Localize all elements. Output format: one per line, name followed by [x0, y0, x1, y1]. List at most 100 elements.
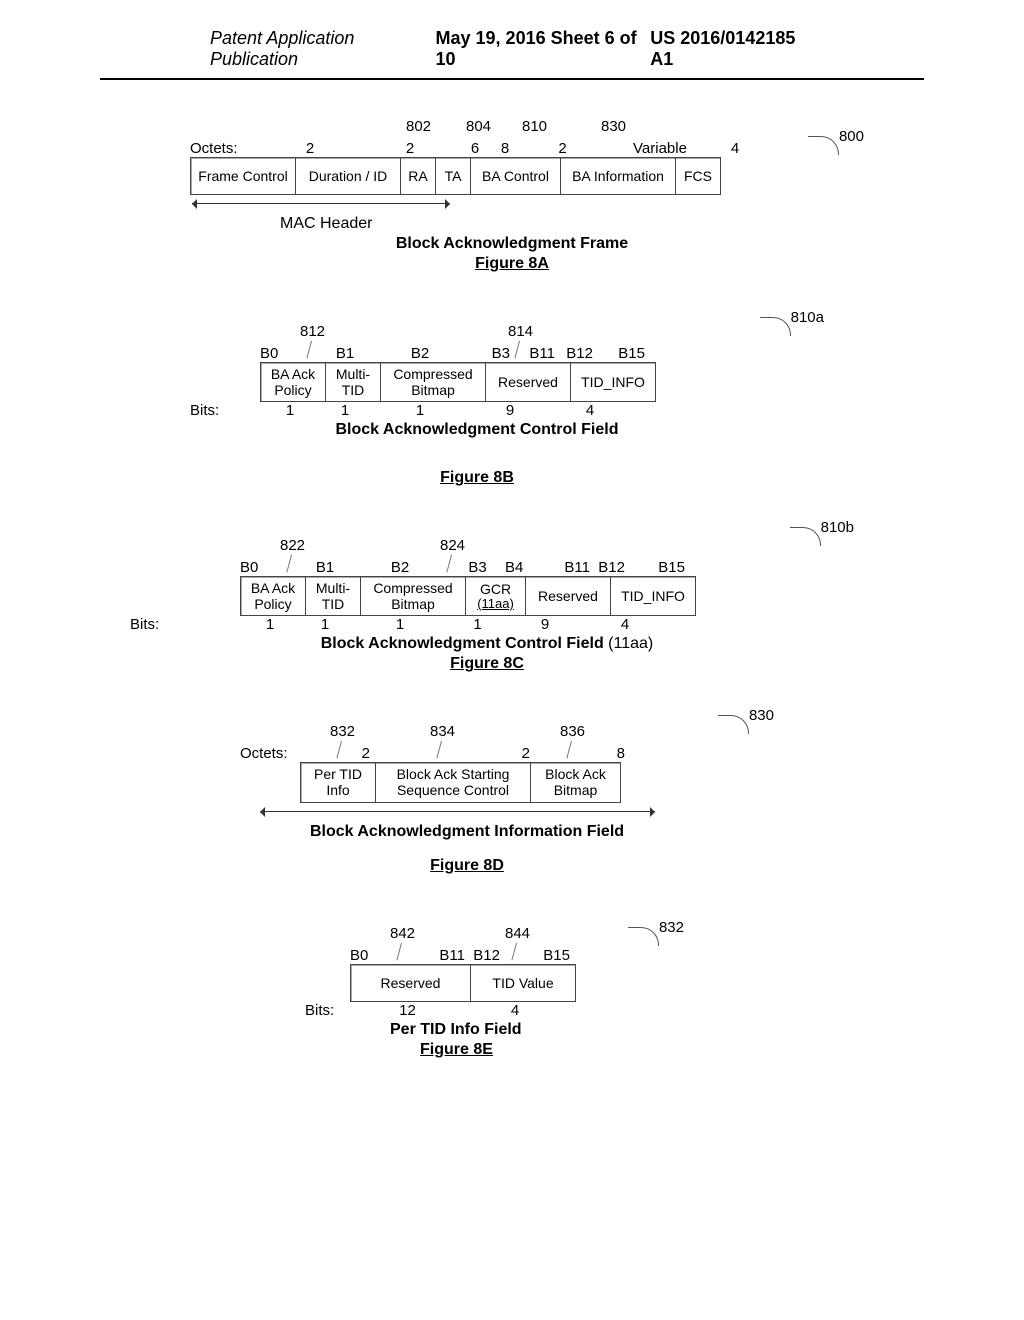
octet-value: 6 804	[460, 140, 490, 157]
mac-header-arrow	[190, 197, 834, 213]
callout-844: 844	[505, 925, 530, 942]
cell-ra: RA	[401, 158, 436, 194]
callout-824: 824	[440, 537, 465, 554]
mac-header-label: MAC Header	[190, 215, 834, 233]
bit-count: 1	[300, 616, 350, 633]
cell-duration-id: Duration / ID	[296, 158, 401, 194]
bits-label: Bits:	[130, 616, 240, 633]
fig8b-bits-row: Bits: 1 1 1 9 4	[190, 402, 834, 419]
callout-830: 830	[601, 118, 626, 135]
figure-8a: 800 Octets: 2 2 802 6 804 8 2 810 Variab…	[190, 140, 834, 273]
octets-label: Octets:	[240, 745, 300, 762]
bit-count: 4	[465, 1002, 565, 1019]
fig8c-number: Figure 8C	[240, 655, 834, 673]
callout-822: 822	[280, 537, 305, 554]
bitpos: B4	[505, 559, 545, 576]
fig8e-bits-row: Bits: 12 4	[305, 1002, 834, 1019]
callout-832: 832	[330, 723, 355, 740]
header-mid: May 19, 2016 Sheet 6 of 10	[436, 28, 651, 70]
callout-810: 810	[522, 118, 547, 135]
cell-reserved: Reserved	[351, 965, 471, 1001]
callout-812: 812	[300, 323, 325, 340]
callout-804: 804	[466, 118, 491, 135]
figure-8e: 832 842 844 B0 B11 B12 B15 Reserved TID …	[190, 925, 834, 1059]
bit-count: 1	[320, 402, 370, 419]
bit-count: 4	[585, 616, 665, 633]
header-right: US 2016/0142185 A1	[650, 28, 814, 70]
fig8b-number: Figure 8B	[260, 469, 834, 487]
cell-tid-value: TID Value	[471, 965, 575, 1001]
fig8a-title: Block Acknowledgment Frame	[190, 235, 834, 253]
bits-label: Bits:	[305, 1002, 350, 1019]
fig8d-callouts: 832 834 836	[300, 723, 834, 745]
octet-value: Variable 830	[605, 140, 715, 157]
figure-8c: 810b 822 824 B0 B1 B2 B3 B4 B11 B12 B15 …	[190, 537, 834, 673]
bitpos: B15	[625, 559, 685, 576]
cell-reserved: Reserved	[526, 577, 611, 615]
bit-count: 9	[470, 402, 550, 419]
cell-ba-info: BA Information	[561, 158, 676, 194]
callout-802: 802	[406, 118, 431, 135]
page-header: Patent Application Publication May 19, 2…	[100, 0, 924, 80]
fig8c-title: Block Acknowledgment Control Field (11aa…	[240, 635, 834, 653]
cell-ba-ack-policy: BA Ack Policy	[261, 363, 326, 401]
fig8e-callouts: 842 844	[350, 925, 834, 947]
bit-count: 1	[350, 616, 450, 633]
bitpos: B12	[555, 345, 593, 362]
header-left: Patent Application Publication	[210, 28, 436, 70]
cell-frame-control: Frame Control	[191, 158, 296, 194]
callout-842: 842	[390, 925, 415, 942]
fig8c-boxes: BA Ack Policy Multi- TID Compressed Bitm…	[240, 576, 696, 616]
ref-830: 830	[749, 707, 774, 724]
bit-count: 9	[505, 616, 585, 633]
cell-ba-bitmap: Block Ack Bitmap	[531, 763, 620, 801]
bitpos: B2	[370, 345, 470, 362]
bitpos: B3	[470, 345, 510, 362]
bit-count: 1	[450, 616, 505, 633]
ref-800: 800	[839, 128, 864, 145]
cell-per-tid-info: Per TID Info	[301, 763, 376, 801]
bitpos: B11	[545, 559, 590, 576]
fig8b-callouts: 812 814	[260, 323, 834, 345]
cell-compressed-bitmap: Compressed Bitmap	[381, 363, 486, 401]
fig8a-frame-boxes: Frame Control Duration / ID RA TA BA Con…	[190, 157, 721, 195]
bit-count: 1	[370, 402, 470, 419]
bit-count: 4	[550, 402, 630, 419]
fig8a-number: Figure 8A	[190, 255, 834, 273]
fig8e-number: Figure 8E	[350, 1041, 834, 1059]
fig8a-octets-row: Octets: 2 2 802 6 804 8 2 810 Variable 8…	[190, 140, 834, 157]
bitpos: B12	[590, 559, 625, 576]
cell-ba-starting-seq: Block Ack Starting Sequence Control	[376, 763, 531, 801]
cell-gcr: GCR (11aa)	[466, 577, 526, 615]
callout-834: 834	[430, 723, 455, 740]
cell-reserved: Reserved	[486, 363, 571, 401]
callout-836: 836	[560, 723, 585, 740]
fig8c-bits-row: Bits: 1 1 1 1 9 4	[130, 616, 834, 633]
fig8c-callouts: 822 824	[240, 537, 834, 559]
bitpos: B12	[465, 947, 500, 964]
fig8b-bitpos: B0 B1 B2 B3 B11 B12 B15	[260, 345, 834, 362]
cell-compressed-bitmap: Compressed Bitmap	[361, 577, 466, 615]
bit-count: 1	[240, 616, 300, 633]
octet-value: 4	[715, 140, 755, 157]
cell-multi-tid: Multi- TID	[326, 363, 381, 401]
info8d-arrow	[260, 805, 660, 821]
octet-value: 2	[380, 745, 540, 762]
figure-8d: 830 832 834 836 Octets: 2 2 8 Per TID In…	[190, 723, 834, 874]
fig8e-bitpos: B0 B11 B12 B15	[350, 947, 834, 964]
octet-value: 8	[540, 745, 635, 762]
fig8d-boxes: Per TID Info Block Ack Starting Sequence…	[300, 762, 621, 802]
cell-ba-control: BA Control	[471, 158, 561, 194]
cell-ba-ack-policy: BA Ack Policy	[241, 577, 306, 615]
cell-multi-tid: Multi- TID	[306, 577, 361, 615]
ref-810b: 810b	[821, 519, 854, 536]
callout-814: 814	[508, 323, 533, 340]
bitpos: B1	[300, 559, 350, 576]
fig8c-bitpos: B0 B1 B2 B3 B4 B11 B12 B15	[240, 559, 834, 576]
octets-label: Octets:	[190, 140, 260, 157]
figures-content: 800 Octets: 2 2 802 6 804 8 2 810 Variab…	[0, 80, 1024, 1059]
octet-value: 2 802	[360, 140, 460, 157]
octet-value: 8	[490, 140, 520, 157]
cell-tid-info: TID_INFO	[571, 363, 655, 401]
octet-value: 2 810	[520, 140, 605, 157]
